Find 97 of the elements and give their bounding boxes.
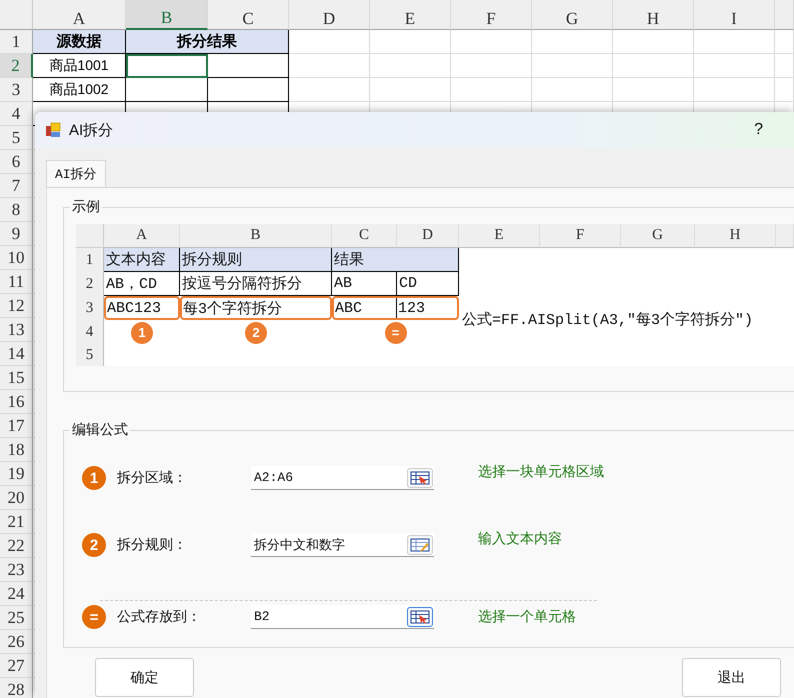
input-field[interactable]: A2:A6 xyxy=(251,466,434,490)
table-cell: 结果 xyxy=(332,248,459,272)
row-header[interactable]: 6 xyxy=(0,150,33,174)
row-header[interactable]: 18 xyxy=(0,438,33,462)
dialog-button[interactable]: 退出 xyxy=(682,658,781,697)
step-badge: 1 xyxy=(131,322,153,344)
table-cell: 按逗号分隔符拆分 xyxy=(180,272,332,296)
row-header[interactable]: 4 xyxy=(0,102,33,126)
column-header[interactable]: E xyxy=(370,0,451,30)
column-header[interactable]: G xyxy=(532,0,613,30)
column-header: F xyxy=(540,224,621,248)
row-header[interactable]: 2 xyxy=(0,54,33,78)
column-header[interactable]: C xyxy=(208,0,289,30)
table-cell: 文本内容 xyxy=(104,248,180,272)
help-button[interactable]: ? xyxy=(754,121,763,139)
row-header[interactable]: 13 xyxy=(0,318,33,342)
row-header[interactable]: 25 xyxy=(0,606,33,630)
select-all-corner xyxy=(76,224,104,248)
hint-text: 选择一块单元格区域 xyxy=(478,463,604,481)
row-header[interactable]: 27 xyxy=(0,654,33,678)
table-cell: 商品1002 xyxy=(33,78,126,102)
group-title: 编辑公式 xyxy=(70,421,130,439)
table-cell: 拆分规则 xyxy=(180,248,332,272)
column-header[interactable]: A xyxy=(33,0,126,30)
row-header[interactable]: 5 xyxy=(0,126,33,150)
step-badge: 1 xyxy=(82,466,106,490)
column-header: D xyxy=(397,224,459,248)
hint-text: 选择一个单元格 xyxy=(478,608,576,626)
column-header: E xyxy=(459,224,540,248)
column-header: H xyxy=(695,224,776,248)
table-cell: 拆分结果 xyxy=(126,30,289,54)
field-label: 拆分规则： xyxy=(117,536,188,554)
row-header[interactable]: 8 xyxy=(0,198,33,222)
field-label: 公式存放到： xyxy=(117,608,202,626)
row-header[interactable]: 14 xyxy=(0,342,33,366)
row-header[interactable]: 15 xyxy=(0,366,33,390)
row-header[interactable]: 1 xyxy=(0,30,33,54)
table-cell: CD xyxy=(397,272,459,296)
row-header[interactable]: 9 xyxy=(0,222,33,246)
table-cell-text: ABC123 xyxy=(106,298,162,318)
step-badge: = xyxy=(384,322,406,344)
field-label: 拆分区域： xyxy=(117,469,188,487)
formula-text: 公式=FF.AISplit(A3,"每3个字符拆分") xyxy=(462,310,754,329)
table-cell: 商品1001 xyxy=(33,54,126,78)
row-header[interactable]: 11 xyxy=(0,270,33,294)
group-title: 示例 xyxy=(70,198,102,216)
input-field[interactable]: B2 xyxy=(251,605,434,629)
row-header[interactable]: 17 xyxy=(0,414,33,438)
dialog-title: AI拆分 xyxy=(69,120,114,140)
row-header: 5 xyxy=(76,345,104,366)
tab[interactable]: AI拆分 xyxy=(46,160,106,187)
step-badge: = xyxy=(82,605,106,629)
column-header: A xyxy=(104,224,180,248)
column-header[interactable]: I xyxy=(694,0,775,30)
input-field[interactable]: 拆分中文和数字 xyxy=(251,533,434,557)
row-header[interactable]: 16 xyxy=(0,390,33,414)
table-cell: ABC xyxy=(334,298,397,318)
column-header[interactable]: D xyxy=(289,0,370,30)
table-cell xyxy=(775,54,794,78)
row-header[interactable]: 22 xyxy=(0,534,33,558)
row-header[interactable]: 24 xyxy=(0,582,33,606)
column-header[interactable]: B xyxy=(126,0,208,30)
row-header[interactable]: 7 xyxy=(0,174,33,198)
row-header[interactable]: 23 xyxy=(0,558,33,582)
column-header[interactable]: H xyxy=(613,0,694,30)
dialog-button[interactable]: 确定 xyxy=(95,658,194,697)
row-header: 1 xyxy=(76,248,104,272)
table-cell: AB xyxy=(332,272,397,296)
step-badge: 2 xyxy=(82,533,106,557)
picker-button[interactable] xyxy=(407,534,433,554)
row-header: 2 xyxy=(76,272,104,296)
column-header[interactable]: F xyxy=(451,0,532,30)
row-header[interactable]: 20 xyxy=(0,486,33,510)
table-cell[interactable] xyxy=(126,78,208,102)
row-header[interactable]: 12 xyxy=(0,294,33,318)
table-cell xyxy=(775,30,794,54)
column-header: G xyxy=(621,224,695,248)
hint-text: 输入文本内容 xyxy=(478,530,562,548)
row-header[interactable]: 3 xyxy=(0,78,33,102)
row-header: 4 xyxy=(76,320,104,345)
row-header[interactable]: 10 xyxy=(0,246,33,270)
table-cell[interactable] xyxy=(126,54,208,78)
picker-button[interactable] xyxy=(407,606,433,626)
table-cell-text: 123 xyxy=(397,298,426,318)
table-cell: 源数据 xyxy=(33,30,126,54)
row-header[interactable]: 26 xyxy=(0,630,33,654)
row-header[interactable]: 19 xyxy=(0,462,33,486)
row-header[interactable]: 21 xyxy=(0,510,33,534)
app-icon xyxy=(45,122,61,138)
column-header: C xyxy=(332,224,397,248)
picker-button[interactable] xyxy=(407,468,433,488)
table-cell: AB，CD xyxy=(104,272,180,296)
table-cell-text: 每3个字符拆分 xyxy=(182,299,284,318)
row-header[interactable]: 28 xyxy=(0,678,33,698)
row-header: 3 xyxy=(76,296,104,320)
column-header: B xyxy=(180,224,332,248)
step-badge: 2 xyxy=(245,322,267,344)
